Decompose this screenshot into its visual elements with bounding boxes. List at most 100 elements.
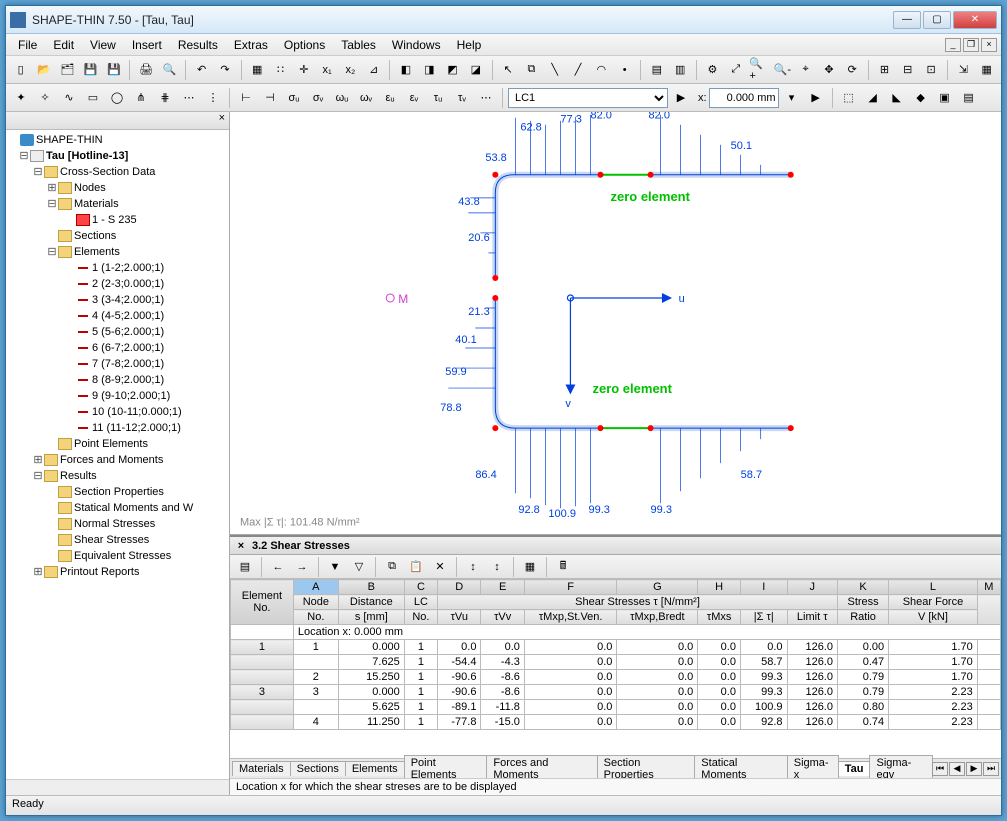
mdi-restore-button[interactable]: ❐ — [963, 38, 979, 52]
copy-sel-icon[interactable]: ⧉ — [521, 59, 542, 81]
tt-calc-icon[interactable]: 🖩 — [552, 556, 574, 578]
sparkle-e-icon[interactable]: ◯ — [106, 87, 128, 109]
tree-el[interactable]: 6 (6-7;2.000;1) — [92, 340, 164, 356]
tt-filter-a-icon[interactable]: ▼ — [324, 556, 346, 578]
table-tab[interactable]: Tau — [838, 761, 871, 776]
tree-el[interactable]: 8 (8-9;2.000;1) — [92, 372, 164, 388]
stress-sigma-v-icon[interactable]: σᵥ — [307, 87, 329, 109]
show-b-icon[interactable]: ⊟ — [897, 59, 918, 81]
sparkle-h-icon[interactable]: ⋯ — [178, 87, 200, 109]
result-d-icon[interactable]: ◆ — [910, 87, 932, 109]
draw-arc-icon[interactable]: ◠ — [591, 59, 612, 81]
tool-a-icon[interactable]: ⊿ — [363, 59, 384, 81]
tree-el[interactable]: 4 (4-5;2.000;1) — [92, 308, 164, 324]
menu-view[interactable]: View — [82, 36, 124, 54]
tt-next-icon[interactable]: → — [291, 556, 313, 578]
draw-node-icon[interactable]: ╲ — [544, 59, 565, 81]
tree-el[interactable]: 2 (2-3;0.000;1) — [92, 276, 164, 292]
tree-cs[interactable]: Cross-Section Data — [60, 164, 155, 180]
tree-res[interactable]: Normal Stresses — [74, 516, 155, 532]
loadcase-combo[interactable]: LC1 — [508, 88, 668, 108]
stress-a-icon[interactable]: ⊢ — [235, 87, 257, 109]
x1-icon[interactable]: x₁ — [316, 59, 337, 81]
tool-d-icon[interactable]: ◩ — [442, 59, 463, 81]
lc-nav-icon[interactable]: ▶ — [670, 87, 692, 109]
stress-tau-u-icon[interactable]: τᵤ — [427, 87, 449, 109]
results-table[interactable]: ElementNo. A B C D E F G H I J — [230, 579, 1001, 730]
calc-icon[interactable]: ⚙ — [702, 59, 723, 81]
menu-results[interactable]: Results — [170, 36, 226, 54]
tt-prev-icon[interactable]: ← — [267, 556, 289, 578]
menu-insert[interactable]: Insert — [124, 36, 170, 54]
project-icon[interactable]: 🗂 — [57, 59, 78, 81]
pan-icon[interactable]: ✥ — [818, 59, 839, 81]
save-icon[interactable]: 💾 — [80, 59, 101, 81]
refresh-icon[interactable]: ⟳ — [842, 59, 863, 81]
tree-printout[interactable]: Printout Reports — [60, 564, 139, 580]
new-icon[interactable]: ▯ — [10, 59, 31, 81]
draw-line-icon[interactable]: ╱ — [567, 59, 588, 81]
table-tab[interactable]: Materials — [232, 761, 291, 776]
dots-icon[interactable]: ∷ — [270, 59, 291, 81]
export-icon[interactable]: ⇲ — [953, 59, 974, 81]
table2-icon[interactable]: ▥ — [670, 59, 691, 81]
table-tab[interactable]: Sections — [290, 761, 346, 776]
result-a-icon[interactable]: ⬚ — [838, 87, 860, 109]
navigator-tree[interactable]: SHAPE-THIN ⊟Tau [Hotline-13] ⊟Cross-Sect… — [6, 130, 229, 779]
table-row[interactable]: 411.2501-77.8-15.00.00.00.092.8126.00.74… — [231, 715, 1001, 730]
minimize-button[interactable]: — — [893, 11, 921, 29]
stress-sigma-u-icon[interactable]: σᵤ — [283, 87, 305, 109]
tab-first-icon[interactable]: ⏮ — [932, 762, 948, 776]
zoom-full-icon[interactable]: ⤢ — [725, 59, 746, 81]
mdi-close-button[interactable]: × — [981, 38, 997, 52]
tab-last-icon[interactable]: ⏭ — [983, 762, 999, 776]
tt-sort-a-icon[interactable]: ↕ — [462, 556, 484, 578]
sidebar-hscroll[interactable] — [6, 779, 229, 795]
tree-el[interactable]: 9 (9-10;2.000;1) — [92, 388, 170, 404]
tree-res[interactable]: Section Properties — [74, 484, 164, 500]
stress-tau-v-icon[interactable]: τᵥ — [451, 87, 473, 109]
tree-el[interactable]: 10 (10-11;0.000;1) — [92, 404, 182, 420]
menu-help[interactable]: Help — [449, 36, 490, 54]
table-close-icon[interactable]: × — [234, 540, 248, 552]
sidebar-close-icon[interactable]: × — [219, 112, 225, 124]
stress-omega-v-icon[interactable]: ωᵥ — [355, 87, 377, 109]
sparkle-f-icon[interactable]: ⋔ — [130, 87, 152, 109]
result-b-icon[interactable]: ◢ — [862, 87, 884, 109]
tree-materials[interactable]: Materials — [74, 196, 119, 212]
x-dropdown-icon[interactable]: ▾ — [781, 87, 803, 109]
result-e-icon[interactable]: ▣ — [934, 87, 956, 109]
tt-copy-icon[interactable]: ⧉ — [381, 556, 403, 578]
draw-point-icon[interactable]: • — [614, 59, 635, 81]
tt-excel-icon[interactable]: ▦ — [519, 556, 541, 578]
stress-omega-u-icon[interactable]: ωᵤ — [331, 87, 353, 109]
undo-icon[interactable]: ↶ — [191, 59, 212, 81]
tree-project[interactable]: Tau [Hotline-13] — [46, 148, 128, 164]
table-row[interactable]: 330.0001-90.6-8.60.00.00.099.3126.00.792… — [231, 685, 1001, 700]
tree-el[interactable]: 11 (11-12;2.000;1) — [92, 420, 181, 436]
print-icon[interactable]: 🖨 — [135, 59, 156, 81]
tree-res[interactable]: Equivalent Stresses — [74, 548, 171, 564]
menu-edit[interactable]: Edit — [45, 36, 82, 54]
zoom-window-icon[interactable]: ⌖ — [795, 59, 816, 81]
sparkle-i-icon[interactable]: ⋮ — [202, 87, 224, 109]
menu-tables[interactable]: Tables — [333, 36, 384, 54]
menu-windows[interactable]: Windows — [384, 36, 449, 54]
tt-paste-icon[interactable]: 📋 — [405, 556, 427, 578]
table-row[interactable]: 5.6251-89.1-11.80.00.00.0100.9126.00.802… — [231, 700, 1001, 715]
tree-res[interactable]: Shear Stresses — [74, 532, 149, 548]
table1-icon[interactable]: ▤ — [646, 59, 667, 81]
show-c-icon[interactable]: ⊡ — [920, 59, 941, 81]
result-f-icon[interactable]: ▤ — [958, 87, 980, 109]
tool-e-icon[interactable]: ◪ — [465, 59, 486, 81]
tree-results[interactable]: Results — [60, 468, 97, 484]
redo-icon[interactable]: ↷ — [214, 59, 235, 81]
mdi-minimize-button[interactable]: _ — [945, 38, 961, 52]
tab-next-icon[interactable]: ▶ — [966, 762, 982, 776]
print-preview-icon[interactable]: 🔍 — [159, 59, 180, 81]
stress-eps-u-icon[interactable]: εᵤ — [379, 87, 401, 109]
sparkle-d-icon[interactable]: ▭ — [82, 87, 104, 109]
stress-opt-icon[interactable]: ⋯ — [475, 87, 497, 109]
excel-icon[interactable]: ▦ — [976, 59, 997, 81]
close-button[interactable]: ✕ — [953, 11, 997, 29]
